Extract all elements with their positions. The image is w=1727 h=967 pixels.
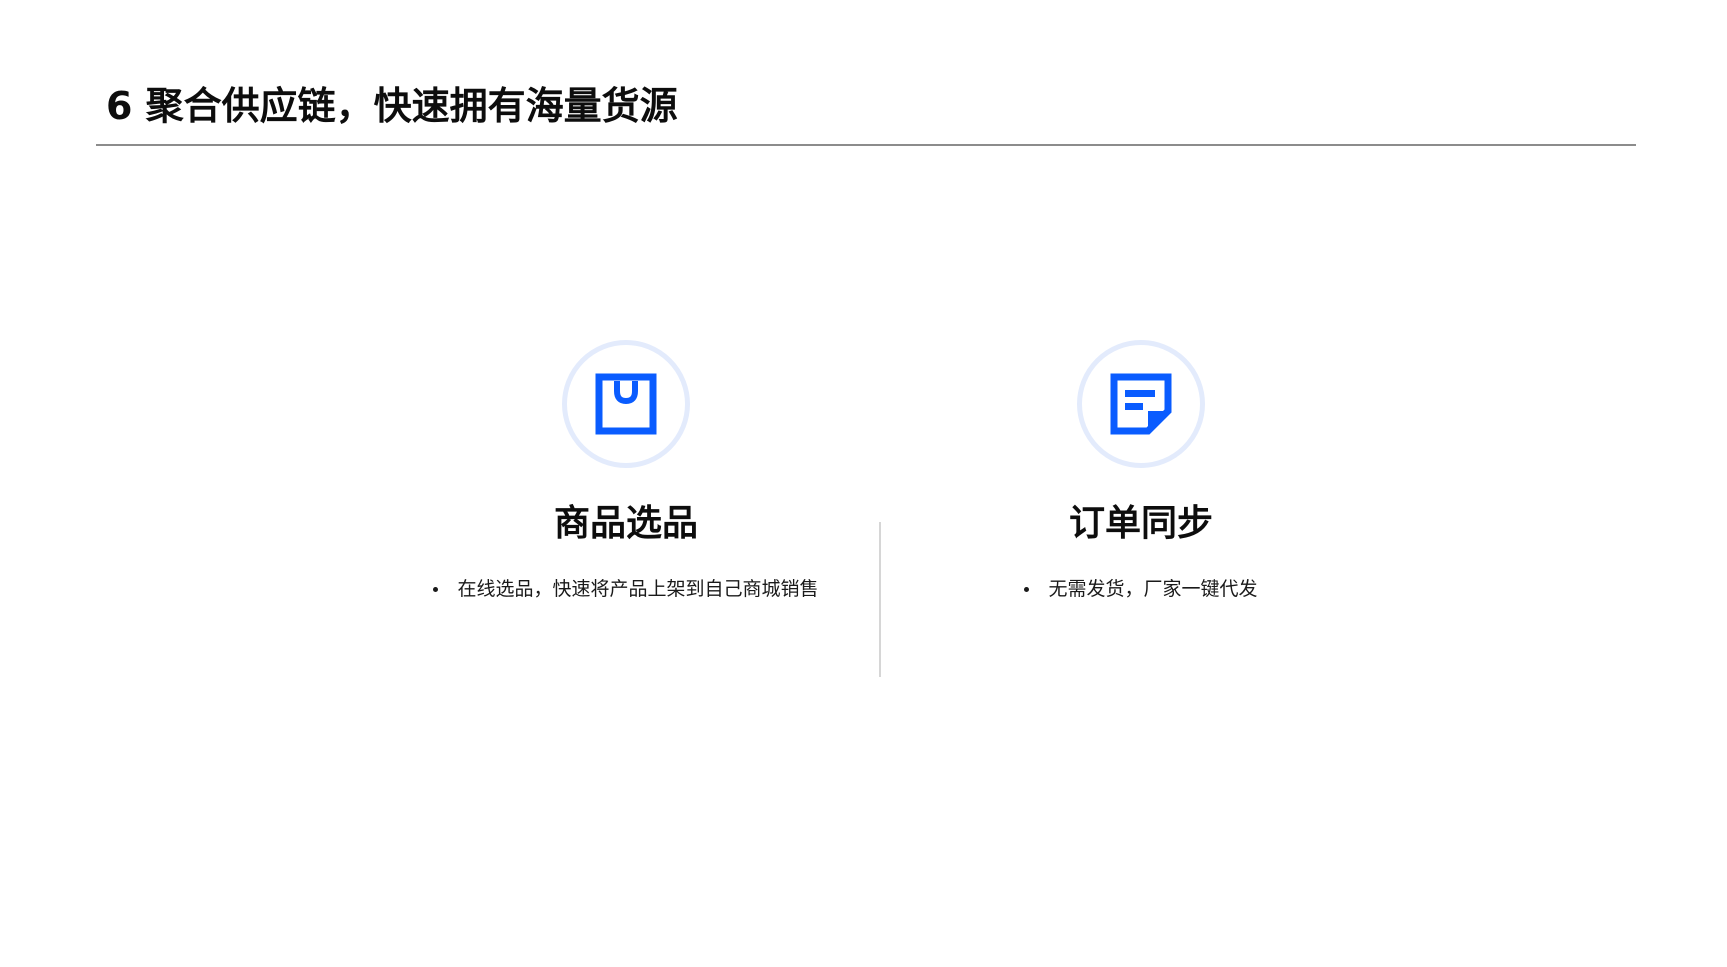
document-icon — [1110, 373, 1172, 435]
page-title: 6 聚合供应链，快速拥有海量货源 — [106, 84, 678, 128]
shopping-bag-icon — [595, 373, 657, 435]
feature-bullet-text: 在线选品，快速将产品上架到自己商城销售 — [457, 578, 819, 600]
bullet-dot — [433, 587, 439, 592]
feature-bullet-text: 无需发货，厂家一键代发 — [1048, 578, 1258, 600]
bullet-dot — [1024, 587, 1030, 592]
order-sync-icon-ring — [1077, 340, 1205, 468]
feature-product-selection: 商品选品 在线选品，快速将产品上架到自己商城销售 — [366, 340, 886, 604]
product-selection-icon-ring — [562, 340, 690, 468]
feature-title: 订单同步 — [1068, 503, 1213, 544]
feature-order-sync: 订单同步 无需发货，厂家一键代发 — [881, 340, 1401, 604]
feature-bullet-list: 无需发货，厂家一键代发 — [1024, 574, 1258, 604]
feature-bullet: 在线选品，快速将产品上架到自己商城销售 — [433, 574, 819, 604]
feature-title: 商品选品 — [553, 503, 698, 544]
feature-bullet-list: 在线选品，快速将产品上架到自己商城销售 — [433, 574, 819, 604]
title-divider — [96, 144, 1636, 146]
feature-bullet: 无需发货，厂家一键代发 — [1024, 574, 1258, 604]
